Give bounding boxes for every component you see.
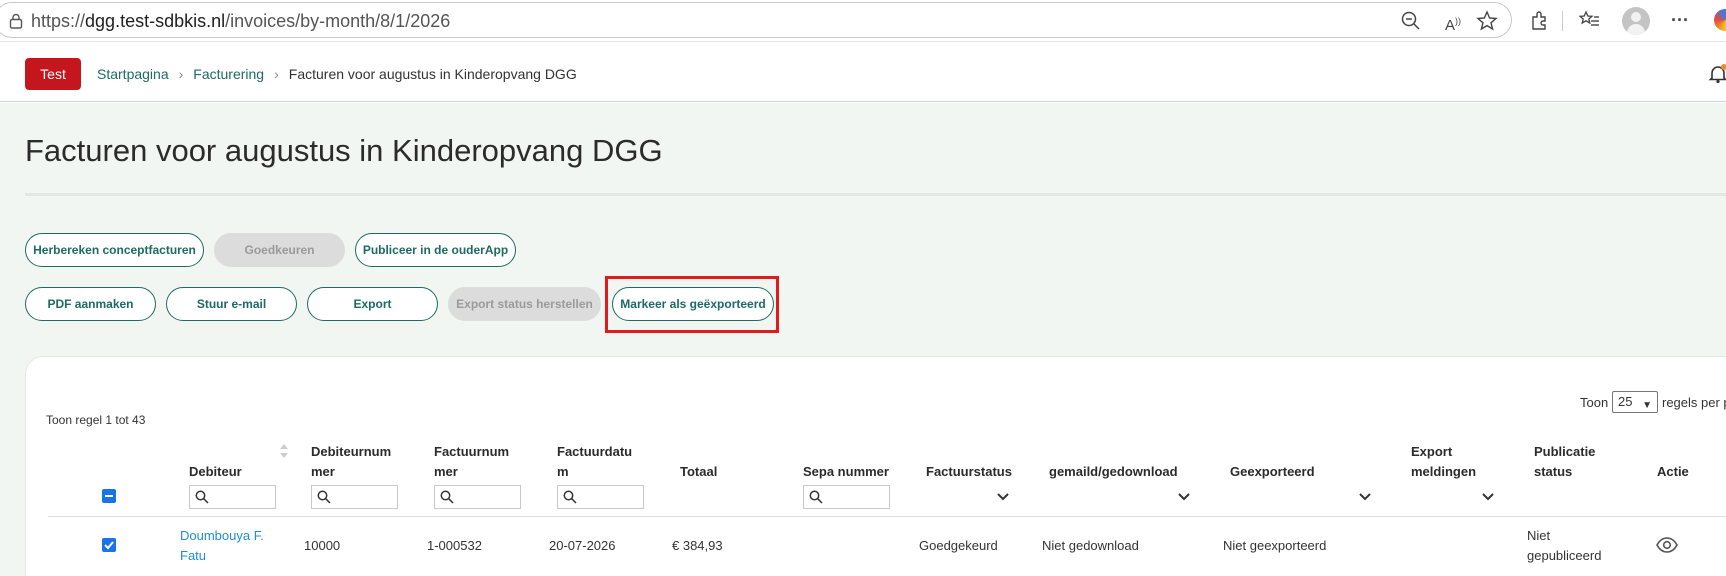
breadcrumb-separator-icon: ›	[178, 66, 184, 82]
extensions-icon[interactable]	[1529, 9, 1551, 31]
title-divider	[25, 193, 1726, 196]
filter-factuurnummer-input[interactable]	[434, 485, 521, 509]
more-menu-icon[interactable]: ···	[1669, 9, 1691, 31]
profile-avatar-icon[interactable]	[1622, 7, 1650, 35]
column-header-debiteur[interactable]: Debiteur	[189, 462, 242, 482]
table-info: Toon regel 1 tot 43	[46, 413, 146, 427]
search-icon	[195, 490, 209, 504]
page-length-label: Toon	[1580, 395, 1609, 410]
create-pdf-button[interactable]: PDF aanmaken	[25, 287, 156, 321]
cell-factuurdatum: 20-07-2026	[549, 538, 616, 553]
cell-gemaild: Niet gedownload	[1042, 538, 1139, 553]
cell-debiteurnummer: 10000	[304, 538, 341, 553]
filter-debiteur-input[interactable]	[189, 485, 276, 509]
url-text: https://dgg.test-sdbkis.nl/invoices/by-m…	[31, 11, 451, 31]
column-header-gemaild[interactable]: gemaild/gedownload	[1049, 462, 1178, 482]
send-email-button[interactable]: Stuur e-mail	[166, 287, 297, 321]
sort-icon[interactable]	[279, 443, 289, 459]
breadcrumb-current: Facturen voor augustus in Kinderopvang D…	[288, 66, 577, 82]
breadcrumb: Startpagina › Facturering › Facturen voor au…	[97, 66, 577, 82]
breadcrumb-home[interactable]: Startpagina	[97, 66, 169, 82]
filter-sepa-input[interactable]	[803, 485, 890, 509]
recalculate-drafts-button[interactable]: Herbereken conceptfacturen	[25, 233, 204, 267]
factuurstatus-filter-chevron-icon[interactable]	[996, 492, 1010, 502]
column-header-publicatie-status[interactable]: Publicatie status	[1534, 442, 1595, 482]
breadcrumb-facturering[interactable]: Facturering	[193, 66, 264, 82]
row-checkbox[interactable]	[102, 538, 116, 552]
column-header-factuurdatum[interactable]: Factuurdatu m	[557, 442, 632, 482]
zoom-out-icon[interactable]	[1400, 10, 1422, 32]
copilot-icon[interactable]	[1714, 9, 1726, 31]
cell-factuurnummer: 1-000532	[427, 538, 482, 553]
favorites-list-icon[interactable]	[1579, 9, 1601, 31]
page-length-suffix: regels per p	[1662, 395, 1726, 410]
geexporteerd-filter-chevron-icon[interactable]	[1358, 492, 1372, 502]
gemaild-filter-chevron-icon[interactable]	[1177, 492, 1191, 502]
filter-debiteurnummer-input[interactable]	[311, 485, 398, 509]
column-header-totaal[interactable]: Totaal	[680, 462, 717, 482]
column-header-debiteurnummer[interactable]: Debiteurnum mer	[311, 442, 391, 482]
notification-bell-icon[interactable]	[1708, 64, 1726, 84]
toolbar-divider	[1562, 11, 1563, 31]
column-header-geexporteerd[interactable]: Geexporteerd	[1230, 462, 1315, 482]
search-icon	[440, 490, 454, 504]
debiteur-link[interactable]: Doumbouya F. Fatu	[180, 526, 264, 566]
search-icon	[563, 490, 577, 504]
read-aloud-icon[interactable]: A))	[1442, 10, 1464, 34]
approve-button[interactable]: Goedkeuren	[214, 233, 345, 267]
export-meldingen-filter-chevron-icon[interactable]	[1481, 492, 1495, 502]
page-title: Facturen voor augustus in Kinderopvang D…	[25, 133, 663, 168]
address-bar[interactable]: https://dgg.test-sdbkis.nl/invoices/by-m…	[0, 2, 1512, 38]
column-header-factuurnummer[interactable]: Factuurnum mer	[434, 442, 509, 482]
search-icon	[317, 490, 331, 504]
column-header-sepa[interactable]: Sepa nummer	[803, 462, 889, 482]
cell-geexporteerd: Niet geexporteerd	[1223, 538, 1327, 553]
cell-totaal: € 384,93	[672, 538, 723, 553]
select-all-checkbox[interactable]	[102, 489, 116, 503]
page-length-select[interactable]: 25 ▼	[1612, 391, 1658, 413]
publish-parent-app-button[interactable]: Publiceer in de ouderApp	[355, 233, 516, 267]
breadcrumb-separator-icon: ›	[274, 66, 279, 82]
column-header-actie: Actie	[1657, 464, 1689, 479]
browser-toolbar: https://dgg.test-sdbkis.nl/invoices/by-m…	[0, 0, 1726, 42]
highlight-box	[605, 276, 779, 333]
environment-badge: Test	[25, 58, 81, 90]
filter-factuurdatum-input[interactable]	[557, 485, 644, 509]
eye-icon[interactable]	[1656, 537, 1678, 553]
header-row-separator	[48, 516, 1726, 517]
lock-icon	[9, 13, 23, 29]
chevron-down-icon: ▼	[1642, 400, 1652, 411]
cell-factuurstatus: Goedgekeurd	[919, 538, 998, 553]
favorite-star-icon[interactable]	[1476, 10, 1498, 32]
column-header-export-meldingen[interactable]: Export meldingen	[1411, 442, 1476, 482]
export-button[interactable]: Export	[307, 287, 438, 321]
reset-export-status-button[interactable]: Export status herstellen	[448, 287, 601, 321]
cell-publicatie-status: Niet gepubliceerd	[1527, 528, 1602, 563]
app-header: Test Startpagina › Facturering › Facturen vo…	[0, 42, 1726, 102]
column-header-factuurstatus[interactable]: Factuurstatus	[926, 462, 1012, 482]
search-icon	[809, 490, 823, 504]
